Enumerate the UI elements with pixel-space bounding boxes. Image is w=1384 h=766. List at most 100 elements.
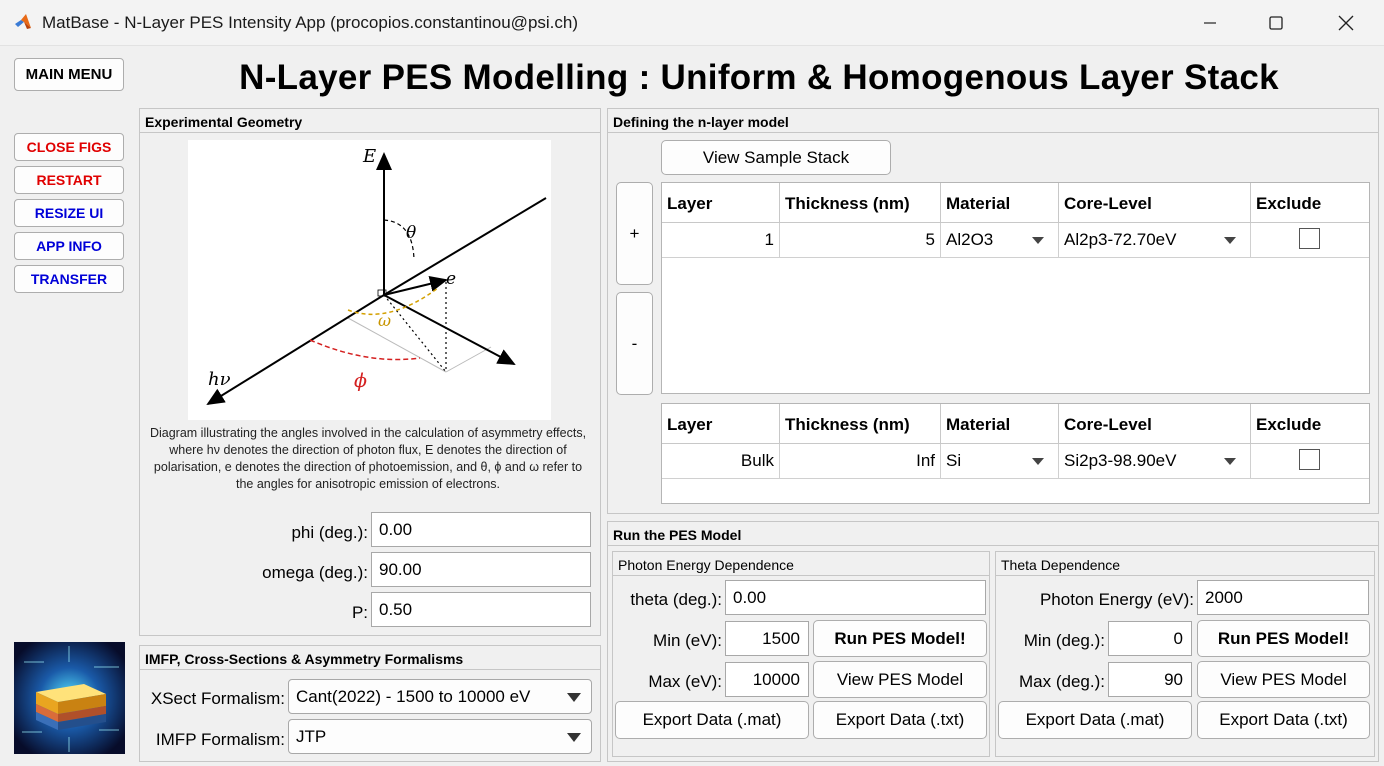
- chevron-down-icon: [1224, 237, 1236, 244]
- chevron-down-icon: [567, 733, 581, 742]
- max-deg-label: Max (deg.):: [1019, 672, 1105, 691]
- export-mat-button[interactable]: Export Data (.mat): [998, 701, 1192, 739]
- diagram-caption: Diagram illustrating the angles involved…: [149, 426, 587, 491]
- cell-thickness[interactable]: 5: [780, 223, 941, 258]
- run-pes-model-button[interactable]: Run PES Model!: [1197, 620, 1370, 657]
- close-figs-button[interactable]: CLOSE FIGS: [14, 133, 124, 161]
- close-icon: [1338, 15, 1354, 31]
- min-deg-input[interactable]: 0: [1108, 621, 1192, 656]
- xsect-label: XSect Formalism:: [150, 689, 285, 708]
- export-txt-button[interactable]: Export Data (.txt): [1197, 701, 1370, 739]
- cell-exclude: [1251, 444, 1369, 479]
- p-input[interactable]: 0.50: [371, 592, 591, 627]
- col-thickness: Thickness (nm): [780, 183, 941, 223]
- material-value: Al2O3: [946, 230, 994, 249]
- cell-layer[interactable]: 1: [662, 223, 780, 258]
- cell-exclude: [1251, 223, 1369, 258]
- label-E: E: [362, 146, 376, 167]
- chevron-down-icon: [567, 693, 581, 702]
- core-level-value: Al2p3-72.70eV: [1064, 230, 1177, 249]
- col-layer: Layer: [662, 183, 780, 223]
- col-layer: Layer: [662, 404, 780, 444]
- imfp-value: JTP: [296, 727, 327, 746]
- cell-thickness[interactable]: Inf: [780, 444, 941, 479]
- label-phi: ϕ: [354, 370, 367, 392]
- restart-button[interactable]: RESTART: [14, 166, 124, 194]
- chevron-down-icon: [1224, 458, 1236, 465]
- app-info-button[interactable]: APP INFO: [14, 232, 124, 260]
- photon-energy-title: Photon Energy Dependence: [613, 552, 989, 576]
- chevron-down-icon: [1032, 458, 1044, 465]
- xsect-value: Cant(2022) - 1500 to 10000 eV: [296, 687, 531, 706]
- run-pes-title: Run the PES Model: [608, 522, 1378, 546]
- matlab-icon: [15, 14, 31, 29]
- cell-core-level[interactable]: Al2p3-72.70eV: [1059, 223, 1251, 258]
- theta-dependence-title: Theta Dependence: [996, 552, 1374, 576]
- xsect-dropdown[interactable]: Cant(2022) - 1500 to 10000 eV: [288, 679, 592, 714]
- transfer-button[interactable]: TRANSFER: [14, 265, 124, 293]
- omega-input[interactable]: 90.00: [371, 552, 591, 587]
- chevron-down-icon: [1032, 237, 1044, 244]
- experimental-geometry-title: Experimental Geometry: [140, 109, 600, 133]
- max-ev-input[interactable]: 10000: [725, 662, 809, 697]
- label-theta: θ: [406, 223, 416, 243]
- omega-label: omega (deg.):: [262, 563, 368, 582]
- remove-layer-button[interactable]: -: [616, 292, 653, 395]
- theta-input[interactable]: 0.00: [725, 580, 986, 615]
- col-core-level: Core-Level: [1059, 404, 1251, 444]
- minimize-button[interactable]: [1180, 0, 1240, 46]
- material-value: Si: [946, 451, 962, 470]
- view-pes-model-button[interactable]: View PES Model: [813, 661, 987, 698]
- min-ev-label: Min (eV):: [653, 631, 722, 650]
- label-hv: hν: [208, 369, 231, 390]
- export-mat-button[interactable]: Export Data (.mat): [615, 701, 809, 739]
- title-bar: MatBase - N-Layer PES Intensity App (pro…: [0, 0, 1384, 46]
- layer-stack-logo: [14, 642, 125, 754]
- main-menu-button[interactable]: MAIN MENU: [14, 58, 124, 91]
- run-pes-model-button[interactable]: Run PES Model!: [813, 620, 987, 657]
- phi-label: phi (deg.):: [291, 523, 368, 542]
- cell-material[interactable]: Al2O3: [941, 223, 1059, 258]
- cell-layer[interactable]: Bulk: [662, 444, 780, 479]
- theta-label: theta (deg.):: [630, 590, 722, 609]
- minimize-icon: [1204, 22, 1216, 24]
- close-window-button[interactable]: [1316, 0, 1376, 46]
- max-deg-input[interactable]: 90: [1108, 662, 1192, 697]
- geometry-diagram: E θ e ω hν ϕ: [188, 140, 551, 420]
- min-deg-label: Min (deg.):: [1023, 631, 1105, 650]
- nlayer-title: Defining the n-layer model: [608, 109, 1378, 133]
- col-exclude: Exclude: [1251, 183, 1369, 223]
- layer-table: Layer Thickness (nm) Material Core-Level…: [661, 182, 1370, 394]
- imfp-dropdown[interactable]: JTP: [288, 719, 592, 754]
- core-level-value: Si2p3-98.90eV: [1064, 451, 1177, 470]
- exclude-checkbox[interactable]: [1299, 228, 1320, 249]
- formalisms-title: IMFP, Cross-Sections & Asymmetry Formali…: [140, 646, 600, 670]
- add-layer-button[interactable]: +: [616, 182, 653, 285]
- label-e: e: [446, 269, 456, 289]
- maximize-icon: [1269, 16, 1283, 30]
- window-title: MatBase - N-Layer PES Intensity App (pro…: [42, 13, 579, 32]
- phi-input[interactable]: 0.00: [371, 512, 591, 547]
- cell-material[interactable]: Si: [941, 444, 1059, 479]
- bulk-table: Layer Thickness (nm) Material Core-Level…: [661, 403, 1370, 504]
- max-ev-label: Max (eV):: [648, 672, 722, 691]
- p-label: P:: [351, 603, 368, 622]
- col-material: Material: [941, 404, 1059, 444]
- label-omega: ω: [378, 311, 391, 330]
- photon-energy-input[interactable]: 2000: [1197, 580, 1369, 615]
- resize-ui-button[interactable]: RESIZE UI: [14, 199, 124, 227]
- col-thickness: Thickness (nm): [780, 404, 941, 444]
- photon-energy-label: Photon Energy (eV):: [1039, 590, 1194, 609]
- col-material: Material: [941, 183, 1059, 223]
- imfp-label: IMFP Formalism:: [155, 730, 285, 749]
- cell-core-level[interactable]: Si2p3-98.90eV: [1059, 444, 1251, 479]
- view-sample-stack-button[interactable]: View Sample Stack: [661, 140, 891, 175]
- col-exclude: Exclude: [1251, 404, 1369, 444]
- page-title: N-Layer PES Modelling : Uniform & Homoge…: [239, 58, 1279, 97]
- export-txt-button[interactable]: Export Data (.txt): [813, 701, 987, 739]
- exclude-checkbox[interactable]: [1299, 449, 1320, 470]
- min-ev-input[interactable]: 1500: [725, 621, 809, 656]
- col-core-level: Core-Level: [1059, 183, 1251, 223]
- maximize-button[interactable]: [1246, 0, 1306, 46]
- view-pes-model-button[interactable]: View PES Model: [1197, 661, 1370, 698]
